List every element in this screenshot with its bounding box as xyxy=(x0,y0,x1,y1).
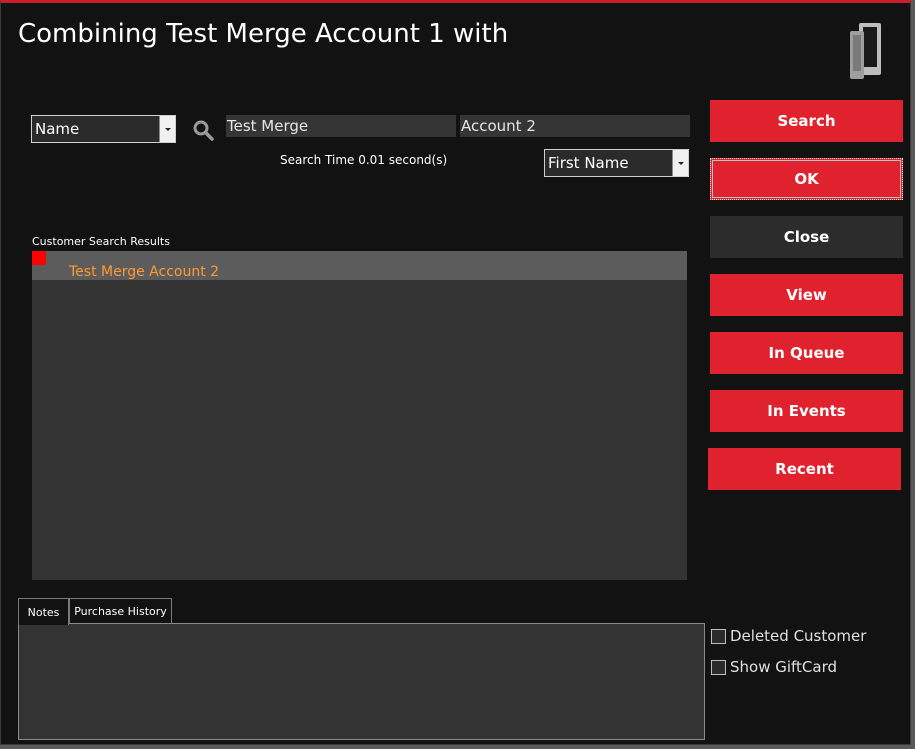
tab-notes[interactable]: Notes xyxy=(18,598,69,625)
results-label: Customer Search Results xyxy=(32,235,170,248)
deleted-customer-checkbox[interactable] xyxy=(711,628,726,644)
tab-purchase-history[interactable]: Purchase History xyxy=(69,598,172,624)
notes-textarea[interactable] xyxy=(18,623,705,740)
search-field-select-value: Name xyxy=(35,120,80,138)
first-search-input[interactable]: Test Merge xyxy=(226,115,456,137)
recent-button[interactable]: Recent xyxy=(708,448,901,490)
merge-dialog: Combining Test Merge Account 1 with Name… xyxy=(0,0,911,745)
close-button[interactable]: Close xyxy=(710,216,903,258)
search-icon[interactable] xyxy=(192,119,214,141)
deleted-customer-option[interactable]: Deleted Customer xyxy=(711,627,866,645)
dialog-title: Combining Test Merge Account 1 with xyxy=(18,19,509,49)
show-giftcard-label: Show GiftCard xyxy=(730,658,838,676)
list-item-name: Test Merge Account 2 xyxy=(69,264,220,280)
show-giftcard-checkbox[interactable] xyxy=(711,659,726,675)
second-search-input[interactable]: Account 2 xyxy=(460,115,690,137)
chevron-down-icon[interactable] xyxy=(159,116,175,142)
phone-device-icon xyxy=(850,23,881,79)
order-by-select[interactable]: First Name xyxy=(544,149,689,177)
search-field-select[interactable]: Name xyxy=(31,115,176,143)
search-button[interactable]: Search xyxy=(710,100,903,142)
list-item[interactable]: Test Merge Account 2 xyxy=(32,251,687,280)
selection-marker xyxy=(32,251,46,265)
deleted-customer-label: Deleted Customer xyxy=(730,627,867,645)
ok-button[interactable]: OK xyxy=(710,158,903,200)
search-time-text: Search Time 0.01 second(s) xyxy=(280,153,448,167)
in-queue-button[interactable]: In Queue xyxy=(710,332,903,374)
show-giftcard-option[interactable]: Show GiftCard xyxy=(711,658,837,676)
order-by-select-value: First Name xyxy=(548,154,629,172)
in-events-button[interactable]: In Events xyxy=(710,390,903,432)
chevron-down-icon[interactable] xyxy=(672,150,688,176)
view-button[interactable]: View xyxy=(710,274,903,316)
results-list[interactable]: Test Merge Account 2 xyxy=(32,251,687,580)
